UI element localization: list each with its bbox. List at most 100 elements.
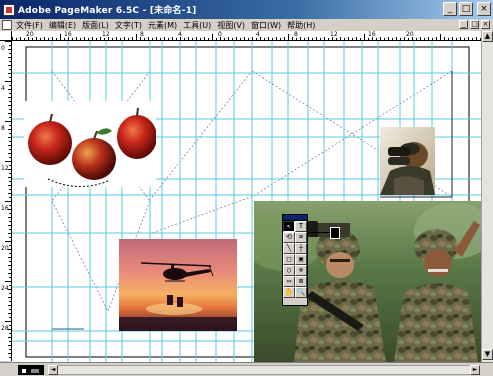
toolbox-tools: ↖ T ⟲ ⌧ ╲ ┼ □ ▣ ○ ⊗ ▭ ⊠ ✋ 🔍: [283, 221, 307, 298]
ruler-tick: [464, 38, 465, 40]
ruler-tick: [9, 269, 11, 270]
ruler-origin[interactable]: [0, 31, 12, 41]
ruler-tick: [220, 37, 221, 40]
text-tool-icon[interactable]: T: [295, 221, 307, 232]
scroll-right-button[interactable]: ►: [470, 365, 480, 375]
menu-file[interactable]: 文件(F): [16, 20, 43, 31]
ruler-tick: [5, 321, 11, 322]
ellipse-tool-icon[interactable]: ○: [283, 265, 295, 276]
rotate-tool-icon[interactable]: ⟲: [283, 232, 295, 243]
scroll-left-button[interactable]: ◄: [48, 365, 58, 375]
doc-maximize-button[interactable]: □: [470, 20, 479, 29]
hand-tool-icon[interactable]: ✋: [283, 287, 295, 298]
polygon-frame-tool-icon[interactable]: ⊠: [295, 276, 307, 287]
ruler-tick: [8, 169, 11, 170]
menu-type[interactable]: 文字(T): [115, 20, 142, 31]
menu-window[interactable]: 窗口(W): [251, 20, 281, 31]
scroll-down-button[interactable]: ▼: [482, 349, 493, 360]
pagemaker-app-icon[interactable]: [3, 3, 15, 16]
zoom-tool-icon[interactable]: 🔍: [295, 287, 307, 298]
ruler-tick: [476, 37, 477, 40]
ruler-tick: [8, 73, 11, 74]
publication-canvas[interactable]: ↖ T ⟲ ⌧ ╲ ┼ □ ▣ ○ ⊗ ▭ ⊠ ✋ 🔍: [12, 41, 481, 362]
crop-tool-icon[interactable]: ⌧: [295, 232, 307, 243]
ruler-tick: [176, 38, 177, 40]
ruler-tick: [8, 313, 11, 314]
ruler-tick: [420, 37, 421, 40]
ruler-tick: [52, 37, 53, 40]
ruler-tick: [9, 285, 11, 286]
scroll-up-button[interactable]: ▲: [482, 31, 493, 42]
ruler-tick: [140, 37, 141, 40]
title-bar[interactable]: Adobe PageMaker 6.5C - [未命名-1] _ □ ×: [0, 0, 493, 19]
polygon-tool-icon[interactable]: ▭: [283, 276, 295, 287]
menu-element[interactable]: 元素(M): [148, 20, 177, 31]
pointer-tool-icon[interactable]: ↖: [283, 221, 295, 232]
vertical-scrollbar[interactable]: ▲ ▼: [481, 31, 493, 362]
soldier-binoculars-photo[interactable]: [380, 127, 435, 195]
ruler-tick: [380, 37, 381, 40]
close-button[interactable]: ×: [477, 2, 491, 16]
doc-minimize-button[interactable]: _: [459, 20, 468, 29]
ruler-tick: [8, 209, 11, 210]
ruler-tick: [264, 38, 265, 40]
minimize-button[interactable]: _: [443, 2, 457, 16]
ruler-tick: [24, 38, 25, 40]
ruler-tick: [364, 34, 365, 40]
helicopter-sunset-photo[interactable]: [119, 239, 237, 331]
horizontal-ruler[interactable]: 20 16 12 8 4 0 4 8 12 16 20: [12, 31, 481, 41]
ruler-tick: [340, 37, 341, 40]
ruler-tick: [416, 38, 417, 40]
apples-photo[interactable]: [24, 101, 156, 187]
ruler-tick: [452, 37, 453, 40]
line-tool-icon[interactable]: ╲: [283, 243, 295, 254]
vertical-ruler[interactable]: 0 4 8 12 16 20 24 28: [0, 41, 12, 361]
ruler-tick: [9, 237, 11, 238]
ruler-tick: [8, 305, 11, 306]
ruler-tick: [44, 37, 45, 40]
ruler-tick: [328, 38, 329, 40]
ruler-tick: [360, 38, 361, 40]
ruler-tick: [9, 341, 11, 342]
doc-close-button[interactable]: ×: [481, 20, 490, 29]
ruler-tick: [88, 38, 89, 40]
ruler-tick: [456, 38, 457, 40]
document-icon[interactable]: [2, 20, 12, 30]
ruler-tick: [76, 37, 77, 40]
menu-bar: 文件(F) 编辑(E) 版面(L) 文字(T) 元素(M) 工具(U) 视图(V…: [0, 19, 493, 31]
ruler-tick: [148, 37, 149, 40]
ruler-tick: [196, 37, 197, 40]
ruler-tick: [276, 37, 277, 40]
ruler-tick: [472, 38, 473, 40]
ruler-tick: [8, 105, 11, 106]
ruler-tick: [8, 217, 11, 218]
menu-view[interactable]: 视图(V): [217, 20, 245, 31]
ruler-tick: [9, 93, 11, 94]
ruler-tick: [9, 61, 11, 62]
menu-utilities[interactable]: 工具(U): [183, 20, 211, 31]
ruler-tick: [240, 38, 241, 40]
page-icon[interactable]: [18, 365, 44, 375]
ellipse-frame-tool-icon[interactable]: ⊗: [295, 265, 307, 276]
ruler-tick: [72, 38, 73, 40]
ruler-tick: [8, 185, 11, 186]
rectangle-tool-icon[interactable]: □: [283, 254, 295, 265]
maximize-button[interactable]: □: [459, 2, 473, 16]
menu-help[interactable]: 帮助(H): [287, 20, 315, 31]
rectangle-frame-tool-icon[interactable]: ▣: [295, 254, 307, 265]
ruler-tick: [9, 293, 11, 294]
menu-edit[interactable]: 编辑(E): [49, 20, 76, 31]
ruler-tick: [424, 38, 425, 40]
ruler-tick: [372, 37, 373, 40]
ruler-tick: [40, 38, 41, 40]
ruler-tick: [9, 173, 11, 174]
constrained-line-tool-icon[interactable]: ┼: [295, 243, 307, 254]
cursor-line: [308, 232, 330, 233]
ruler-tick: [5, 121, 11, 122]
ruler-tick: [412, 37, 413, 40]
horizontal-scrollbar[interactable]: ◄ ►: [48, 365, 480, 375]
ruler-tick: [8, 337, 11, 338]
ruler-tick: [252, 37, 253, 40]
menu-layout[interactable]: 版面(L): [82, 20, 109, 31]
toolbox-palette[interactable]: ↖ T ⟲ ⌧ ╲ ┼ □ ▣ ○ ⊗ ▭ ⊠ ✋ 🔍: [282, 214, 308, 306]
